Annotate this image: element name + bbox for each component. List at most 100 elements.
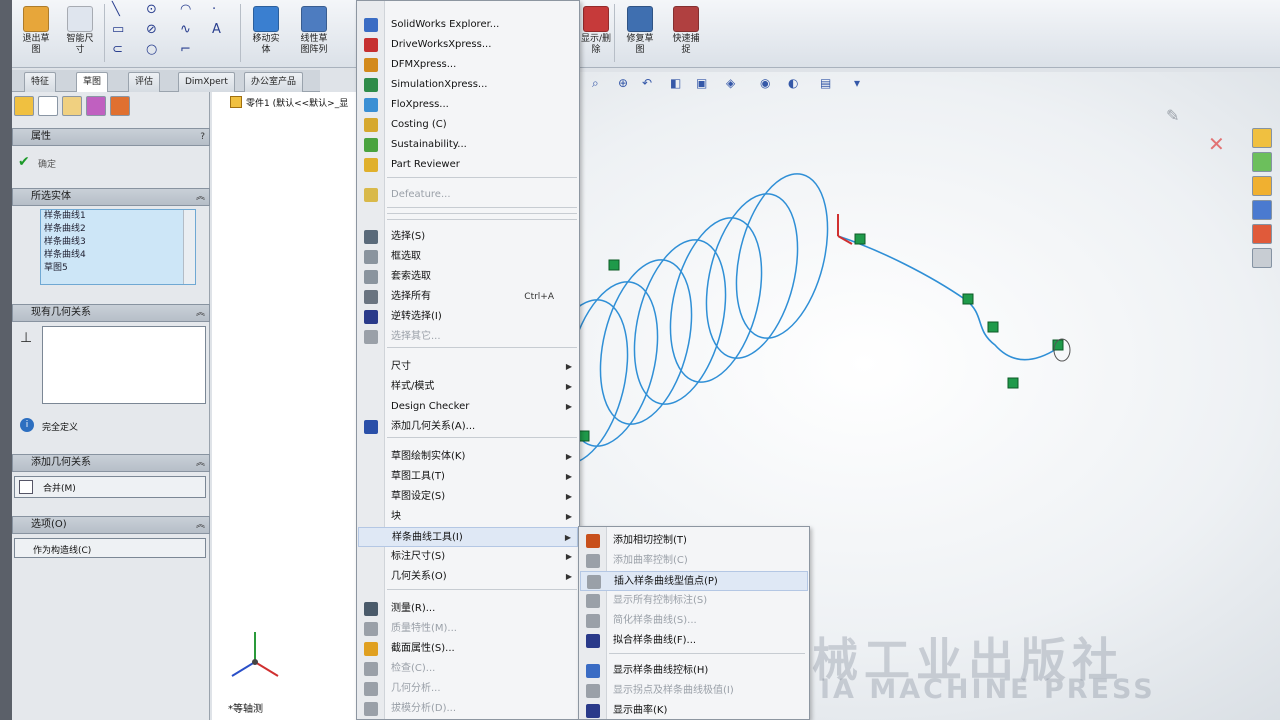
menu-item-label: Design Checker [391, 401, 470, 412]
menu-item-label: 框选取 [391, 251, 421, 262]
menu-item[interactable]: DriveWorksXpress... [358, 35, 578, 55]
menu-item-icon [364, 642, 378, 656]
menu-item[interactable]: 截面属性(S)... [358, 639, 578, 659]
menu-item[interactable]: 逆转选择(I) [358, 307, 578, 327]
submenu-item-icon [586, 534, 600, 548]
menu-item[interactable]: 拔模分析(D)... [358, 699, 578, 719]
spline-point-handle[interactable] [854, 233, 866, 245]
spline-tail-curve[interactable] [837, 235, 1059, 361]
spline-point-handle[interactable] [578, 430, 590, 442]
submenu-item-icon [586, 554, 600, 568]
menu-item[interactable]: 草图设定(S) ▶ [358, 487, 578, 507]
menu-item[interactable]: 选择其它... [358, 327, 578, 347]
menu-item[interactable]: 尺寸 ▶ [358, 357, 578, 377]
menu-item-label: 选择其它... [391, 331, 441, 342]
menu-separator [387, 437, 577, 438]
menu-separator [387, 207, 577, 208]
menu-item[interactable]: 草图工具(T) ▶ [358, 467, 578, 487]
publisher-watermark-english: IA MACHINE PRESS [820, 674, 1156, 705]
menu-item-icon [364, 602, 378, 616]
spline-tools-submenu: 添加相切控制(T) 添加曲率控制(C) 插入样条曲线型值点(P) 显示所有控制标注(S… [578, 526, 810, 720]
menu-item[interactable]: 几何关系(O) ▶ [358, 567, 578, 587]
submenu-item-icon [586, 634, 600, 648]
menu-item-label: SolidWorks Explorer... [391, 19, 500, 30]
menu-item[interactable]: 草图绘制实体(K) ▶ [358, 447, 578, 467]
menu-item-label: Sustainability... [391, 139, 467, 150]
submenu-item-label: 简化样条曲线(S)... [613, 615, 697, 626]
menu-item[interactable]: 测量(R)... [358, 599, 578, 619]
menu-item[interactable]: 标注尺寸(S) ▶ [358, 547, 578, 567]
submenu-item[interactable]: 添加相切控制(T) [580, 531, 808, 551]
menu-item[interactable]: SimulationXpress... [358, 75, 578, 95]
submenu-item[interactable]: 显示拐点及样条曲线极值(I) [580, 681, 808, 701]
menu-item[interactable]: 块 ▶ [358, 507, 578, 527]
submenu-item-icon [586, 684, 600, 698]
menu-item[interactable]: FloXpress... [358, 95, 578, 115]
menu-item[interactable]: 样式/模式 ▶ [358, 377, 578, 397]
menu-item-icon [364, 270, 378, 284]
menu-item-label: 截面属性(S)... [391, 643, 455, 654]
helix-coil[interactable] [619, 230, 741, 413]
submenu-arrow-icon: ▶ [565, 512, 572, 521]
menu-item[interactable]: Sustainability... [358, 135, 578, 155]
menu-item-label: 几何分析... [391, 683, 441, 694]
menu-item-label: 样式/模式 [391, 381, 435, 392]
submenu-item[interactable]: 简化样条曲线(S)... [580, 611, 808, 631]
spline-point-handle[interactable] [608, 259, 620, 271]
menu-item[interactable]: 选择(S) [358, 227, 578, 247]
menu-item[interactable]: 套索选取 [358, 267, 578, 287]
menu-item-label: DriveWorksXpress... [391, 39, 492, 50]
submenu-item[interactable]: 显示样条曲线控标(H) [580, 661, 808, 681]
menu-item[interactable]: Design Checker ▶ [358, 397, 578, 417]
submenu-item[interactable]: 显示所有控制标注(S) [580, 591, 808, 611]
spline-point-handle[interactable] [987, 321, 999, 333]
helix-coil[interactable] [585, 250, 707, 433]
menu-item-label: Costing (C) [391, 119, 447, 130]
submenu-item-icon [586, 664, 600, 678]
menu-item[interactable]: 几何分析... [358, 679, 578, 699]
menu-item[interactable]: 添加几何关系(A)... [358, 417, 578, 437]
menu-item-icon [364, 682, 378, 696]
menu-item-label: Part Reviewer [391, 159, 460, 170]
submenu-item[interactable]: 添加曲率控制(C) [580, 551, 808, 571]
menu-item[interactable]: 检查(C)... [358, 659, 578, 679]
menu-item-label: 选择所有 [391, 291, 431, 302]
menu-item-label: 拔模分析(D)... [391, 703, 457, 714]
menu-item[interactable]: Defeature... [358, 185, 578, 205]
menu-item-icon [364, 662, 378, 676]
submenu-item[interactable]: 拟合样条曲线(F)... [580, 631, 808, 651]
menu-item-label: Defeature... [391, 189, 451, 200]
menu-item[interactable]: 框选取 [358, 247, 578, 267]
menu-item-label: 检查(C)... [391, 663, 436, 674]
menu-item-shortcut: Ctrl+A [524, 292, 554, 302]
submenu-item[interactable]: 显示曲率(K) [580, 701, 808, 720]
submenu-item[interactable]: 插入样条曲线型值点(P) [580, 571, 808, 591]
menu-item[interactable]: 样条曲线工具(I) ▶ [358, 527, 578, 547]
menu-item-icon [364, 290, 378, 304]
menu-item[interactable]: 质量特性(M)... [358, 619, 578, 639]
menu-item[interactable]: Part Reviewer [358, 155, 578, 175]
menu-item-icon [364, 158, 378, 172]
menu-item[interactable]: Costing (C) [358, 115, 578, 135]
menu-item-label: DFMXpress... [391, 59, 457, 70]
submenu-item-label: 显示拐点及样条曲线极值(I) [613, 685, 734, 696]
menu-item-icon [364, 78, 378, 92]
spline-point-handle[interactable] [1007, 377, 1019, 389]
spline-point-handles[interactable] [578, 233, 1064, 442]
submenu-arrow-icon: ▶ [565, 402, 572, 411]
helix-coil[interactable] [655, 208, 777, 391]
helix-coil[interactable] [721, 164, 843, 347]
menu-item-icon [364, 58, 378, 72]
menu-item[interactable]: DFMXpress... [358, 55, 578, 75]
submenu-item-label: 显示所有控制标注(S) [613, 595, 708, 606]
menu-item-icon [364, 118, 378, 132]
menu-separator [387, 347, 577, 348]
menu-item[interactable]: 选择所有 Ctrl+A [358, 287, 578, 307]
menu-item[interactable]: SolidWorks Explorer... [358, 15, 578, 35]
menu-item-icon [364, 188, 378, 202]
spline-point-handle[interactable] [962, 293, 974, 305]
menu-item-label: 几何关系(O) [391, 571, 447, 582]
menu-item-label: 标注尺寸(S) [391, 551, 446, 562]
menu-item-icon [364, 420, 378, 434]
helix-coil[interactable] [691, 184, 813, 367]
